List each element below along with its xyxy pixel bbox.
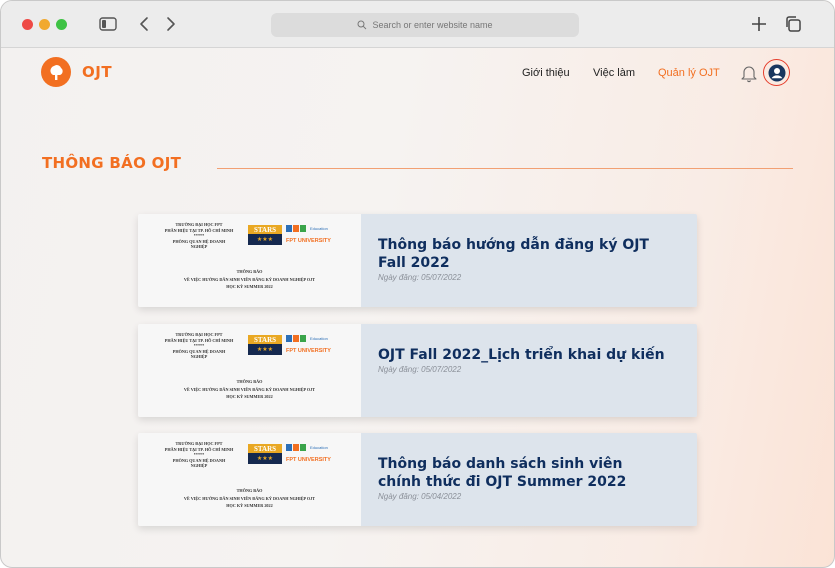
- user-icon: [768, 64, 785, 81]
- announcement-thumbnail: TRƯỜNG ĐẠI HỌC FPT PHÂN HIỆU TẠI TP. HỒ …: [138, 214, 361, 307]
- announcement-body: Thông báo danh sách sinh viên chính thức…: [361, 433, 697, 526]
- announcement-body: Thông báo hướng dẫn đăng ký OJT Fall 202…: [361, 214, 697, 307]
- nav-link-manage-ojt[interactable]: Quản lý OJT: [658, 67, 720, 79]
- plus-icon[interactable]: [749, 14, 769, 34]
- back-arrow-icon[interactable]: [135, 14, 155, 34]
- announcement-thumbnail: TRƯỜNG ĐẠI HỌC FPT PHÂN HIỆU TẠI TP. HỒ …: [138, 324, 361, 417]
- fpt-logo: Education FPT UNIVERSITY: [286, 335, 331, 354]
- sidebar-toggle-icon[interactable]: [98, 14, 118, 34]
- minimize-window-button[interactable]: [39, 19, 50, 30]
- announcement-card[interactable]: TRƯỜNG ĐẠI HỌC FPT PHÂN HIỆU TẠI TP. HỒ …: [138, 433, 697, 526]
- address-placeholder: Search or enter website name: [372, 20, 493, 30]
- thumbnail-document-title: THÔNG BÁO VỀ VIỆC HƯỚNG DẪN SINH VIÊN ĐĂ…: [183, 379, 316, 399]
- announcement-title[interactable]: OJT Fall 2022_Lịch triển khai dự kiến: [378, 346, 667, 364]
- announcement-body: OJT Fall 2022_Lịch triển khai dự kiến Ng…: [361, 324, 697, 417]
- nav-link-about[interactable]: Giới thiệu: [522, 67, 570, 79]
- announcement-card[interactable]: TRƯỜNG ĐẠI HỌC FPT PHÂN HIỆU TẠI TP. HỒ …: [138, 324, 697, 417]
- thumbnail-document-title: THÔNG BÁO VỀ VIỆC HƯỚNG DẪN SINH VIÊN ĐĂ…: [183, 488, 316, 508]
- address-bar[interactable]: Search or enter website name: [271, 13, 579, 37]
- stars-badge-logo: STARS ★★★: [248, 225, 282, 245]
- thumbnail-document-title: THÔNG BÁO VỀ VIỆC HƯỚNG DẪN SINH VIÊN ĐĂ…: [183, 269, 316, 289]
- announcement-thumbnail: TRƯỜNG ĐẠI HỌC FPT PHÂN HIỆU TẠI TP. HỒ …: [138, 433, 361, 526]
- browser-window: Search or enter website name OJT Giới th…: [0, 0, 835, 568]
- announcement-date: Ngày đăng: 05/07/2022: [378, 365, 462, 374]
- ojt-logo-icon: [41, 57, 71, 87]
- fpt-logo: Education FPT UNIVERSITY: [286, 225, 331, 244]
- thumbnail-header: TRƯỜNG ĐẠI HỌC FPT PHÂN HIỆU TẠI TP. HỒ …: [164, 222, 234, 249]
- close-window-button[interactable]: [22, 19, 33, 30]
- user-account-button[interactable]: [763, 59, 790, 86]
- announcement-title[interactable]: Thông báo hướng dẫn đăng ký OJT Fall 202…: [378, 236, 667, 272]
- search-icon: [357, 20, 367, 30]
- tab-overview-icon[interactable]: [783, 14, 803, 34]
- thumbnail-header: TRƯỜNG ĐẠI HỌC FPT PHÂN HIỆU TẠI TP. HỒ …: [164, 441, 234, 468]
- forward-arrow-icon[interactable]: [160, 14, 180, 34]
- stars-badge-logo: STARS ★★★: [248, 335, 282, 355]
- stars-badge-logo: STARS ★★★: [248, 444, 282, 464]
- bell-icon[interactable]: [739, 63, 759, 83]
- announcement-date: Ngày đăng: 05/04/2022: [378, 492, 462, 501]
- browser-toolbar: Search or enter website name: [1, 1, 834, 48]
- thumbnail-header: TRƯỜNG ĐẠI HỌC FPT PHÂN HIỆU TẠI TP. HỒ …: [164, 332, 234, 359]
- announcement-title[interactable]: Thông báo danh sách sinh viên chính thức…: [378, 455, 667, 491]
- announcement-card[interactable]: TRƯỜNG ĐẠI HỌC FPT PHÂN HIỆU TẠI TP. HỒ …: [138, 214, 697, 307]
- maximize-window-button[interactable]: [56, 19, 67, 30]
- nav-link-jobs[interactable]: Việc làm: [593, 67, 635, 79]
- section-divider: [217, 168, 793, 169]
- section-title: THÔNG BÁO OJT: [42, 154, 182, 172]
- fpt-logo: Education FPT UNIVERSITY: [286, 444, 331, 463]
- announcement-date: Ngày đăng: 05/07/2022: [378, 273, 462, 282]
- site-logo[interactable]: OJT: [41, 57, 112, 87]
- logo-text: OJT: [82, 63, 113, 81]
